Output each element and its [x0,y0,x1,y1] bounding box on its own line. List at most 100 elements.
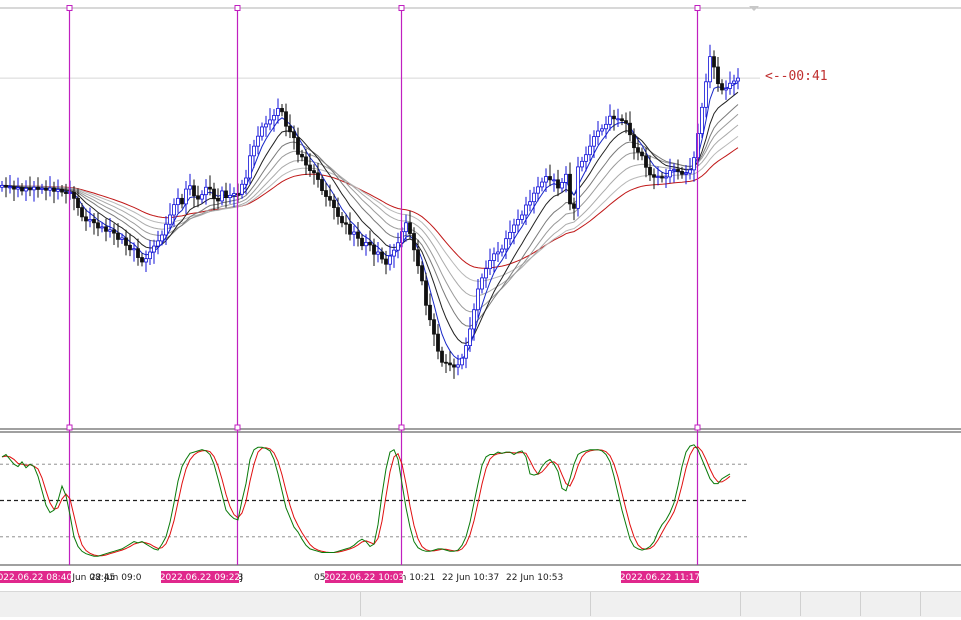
candle-body [296,137,300,155]
marker-handle [66,5,73,11]
candle-body [572,203,576,209]
candle-body [720,83,724,91]
candle-body [512,224,516,233]
candle-body [376,251,380,255]
candle-body [340,216,344,224]
candle-body [436,333,440,352]
candle-body [560,182,564,189]
candle-body [92,219,96,224]
candle-body [152,245,156,253]
candle-body [568,173,572,205]
candle-body [668,170,672,178]
candle-body [632,134,636,149]
candle-body [352,231,356,235]
candle-body [628,122,632,136]
marker-handle [66,424,73,431]
candle-body [24,187,28,192]
stochastic-pane[interactable] [0,444,748,557]
candle-body [608,115,612,125]
candle-body [652,174,656,178]
candle-body [648,166,652,176]
candle-body [656,176,660,178]
candle-body [616,118,620,121]
candle-body [592,136,596,147]
candle-body [116,232,120,240]
candle-body [404,222,408,233]
strip-cell [590,592,741,616]
candle-body [424,280,428,306]
candle-body [100,226,104,229]
candle-body [292,131,296,139]
candle-body [132,248,136,251]
candle-body [124,237,128,246]
candle-body [200,194,204,200]
candle-body [508,231,512,240]
candle-body [176,197,180,206]
candle-body [76,197,80,209]
candle-body [316,172,320,180]
candle-body [96,222,100,229]
candle-body [256,135,260,147]
countdown-label: <--00:41 [765,69,828,84]
candle-body [664,176,668,179]
strip-cell [0,592,361,616]
candle-body [500,248,504,253]
candle-body [244,177,248,185]
candle-body [388,255,392,265]
candle-body [16,187,20,190]
candle-body [136,248,140,258]
candle-body [520,214,524,220]
candle-body [332,199,336,208]
candle-body [4,184,8,188]
candle-body [48,187,52,191]
candle-body [164,223,168,236]
candle-body [732,80,736,84]
candle-body [452,364,456,368]
candle-body [272,115,276,121]
candle-body [252,145,256,157]
candle-body [556,179,560,189]
candle-body [704,81,708,108]
marker-handle [694,424,701,431]
candle-body [684,172,688,175]
candle-body [228,194,232,199]
candle-body [0,184,4,188]
highlighted-time-label: 2022.06.22 11:17 [620,573,700,583]
candle-body [516,219,520,226]
candle-body [692,157,696,171]
candle-body [56,189,60,192]
candle-body [448,362,452,366]
candle-body [128,244,132,251]
candle-body [52,187,56,192]
candle-body [380,251,384,260]
candle-body [488,260,492,270]
candle-body [412,233,416,251]
candle-body [416,249,420,267]
candle-body [680,170,684,175]
candle-body [88,219,92,222]
candle-body [528,201,532,206]
candle-body [620,118,624,122]
candle-body [636,147,640,153]
candle-body [728,82,732,89]
candle-body [180,197,184,205]
candle-body [440,350,444,363]
candle-body [492,253,496,261]
candle-body [220,190,224,202]
price-chart-svg[interactable]: <--00:41:13222 Jun 08:4522 Jun 09:022 Ju… [0,0,961,616]
candle-body [444,361,448,364]
candle-body [216,197,220,202]
candle-body [640,151,644,157]
candle-body [288,125,292,133]
candle-body [688,169,692,174]
candle-body [736,77,740,82]
candle-body [184,188,188,205]
osc-signal-line [1,446,731,557]
candle-body [212,188,216,199]
candle-body [496,251,500,255]
candle-body [460,357,464,366]
bottom-tab-strip [0,591,961,617]
chart-window[interactable]: <--00:41:13222 Jun 08:4522 Jun 09:022 Ju… [0,0,961,617]
candle-body [644,155,648,168]
strip-cell [860,592,921,616]
